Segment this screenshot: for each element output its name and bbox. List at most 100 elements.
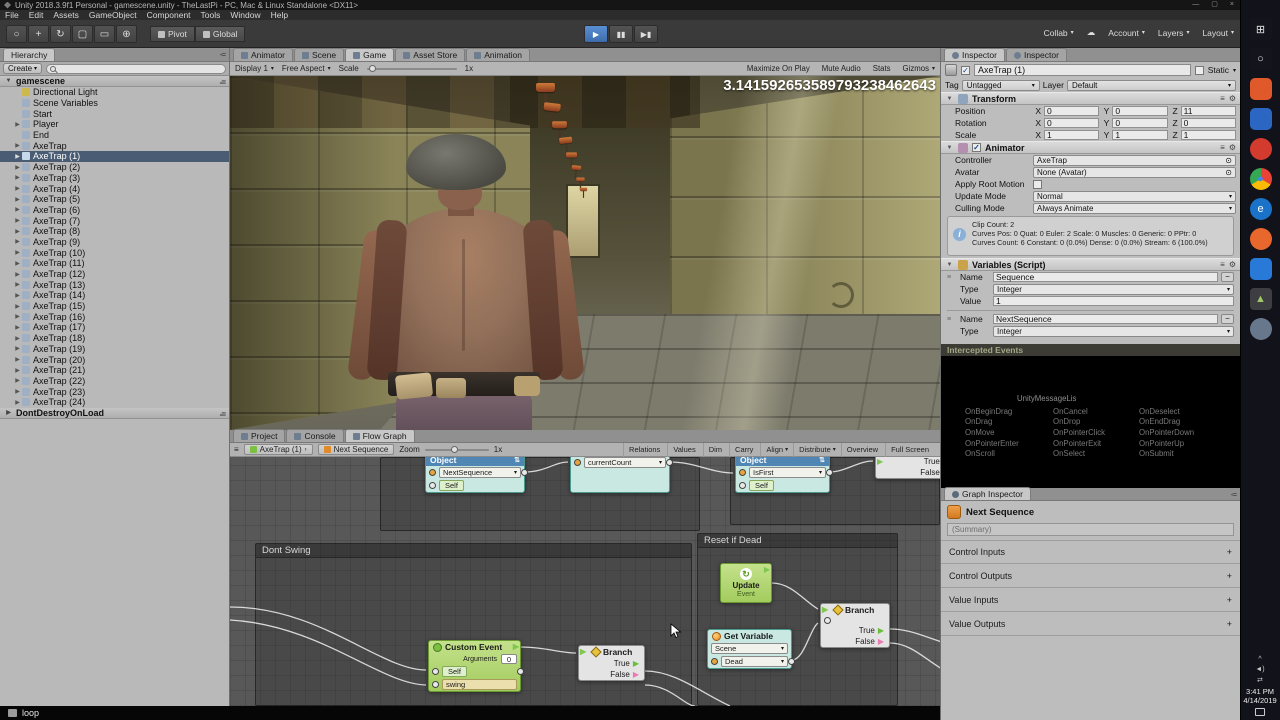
foldout-icon[interactable]: ▶ — [13, 185, 22, 192]
foldout-icon[interactable]: ▶ — [13, 153, 22, 160]
node-branch[interactable]: ▶ True▶ False▶ — [875, 457, 940, 479]
remove-variable-button[interactable]: − — [1221, 272, 1234, 282]
node-set-member[interactable]: Object ⇅ IsFirst ▾ Self — [735, 457, 833, 493]
step-button[interactable]: ▶▮ — [634, 25, 658, 43]
close-button[interactable]: × — [1230, 1, 1234, 9]
view-tab[interactable]: Animation — [466, 48, 531, 61]
foldout-icon[interactable]: ▶ — [13, 260, 22, 267]
aspect-dropdown[interactable]: Free Aspect ▾ — [282, 64, 331, 73]
menu-item[interactable]: Assets — [48, 10, 84, 20]
value-port[interactable] — [666, 458, 673, 466]
taskbar-app-icon[interactable] — [1249, 318, 1272, 340]
static-dropdown-icon[interactable]: ▾ — [1233, 67, 1236, 74]
value-port[interactable] — [574, 459, 581, 466]
apply-root-motion-checkbox[interactable] — [1033, 179, 1042, 189]
y-field[interactable]: 0 — [1112, 106, 1168, 116]
false-port[interactable]: ▶ — [633, 670, 639, 679]
z-field[interactable]: 0 — [1180, 118, 1236, 128]
menu-item[interactable]: Edit — [24, 10, 49, 20]
foldout-icon[interactable]: ▶ — [13, 388, 22, 395]
layout-dropdown[interactable]: Layout ▾ — [1202, 28, 1234, 38]
update-mode-dropdown[interactable]: Normal ▾ — [1033, 190, 1236, 202]
drag-handle-icon[interactable]: ≡ — [947, 274, 957, 281]
z-field[interactable]: 11 — [1180, 106, 1236, 116]
hierarchy-item[interactable]: Start — [0, 108, 229, 119]
gameobject-name-field[interactable] — [974, 64, 1191, 76]
foldout-icon[interactable]: ▶ — [13, 271, 22, 278]
hierarchy-item[interactable]: ▶ AxeTrap (9) — [0, 237, 229, 248]
hierarchy-item[interactable]: ▶ AxeTrap (19) — [0, 344, 229, 355]
panel-menu-icon[interactable]: -= — [220, 50, 226, 59]
graph-list-icon[interactable]: ≡ — [234, 445, 239, 454]
value-port[interactable] — [826, 468, 833, 476]
foldout-icon[interactable]: ▶ — [13, 324, 22, 331]
hierarchy-item[interactable]: ▶ AxeTrap (17) — [0, 322, 229, 333]
node-custom-event[interactable]: Custom Event ▶ Arguments 0 Self swing — [428, 640, 524, 692]
taskbar-app-icon[interactable] — [1249, 138, 1272, 160]
hierarchy-item[interactable]: ▶ AxeTrap (24) — [0, 397, 229, 408]
taskbar-app-icon[interactable] — [1249, 78, 1272, 100]
inspector-tab[interactable]: Inspector — [944, 48, 1005, 61]
taskbar-app-icon[interactable] — [1249, 258, 1272, 280]
culling-mode-dropdown[interactable]: Always Animate ▾ — [1033, 202, 1236, 214]
taskbar-clock[interactable]: 3:41 PM 4/14/2019 — [1243, 687, 1276, 705]
variable-value-field[interactable]: 1 — [993, 296, 1234, 306]
z-field[interactable]: 1 — [1180, 130, 1236, 140]
hierarchy-item[interactable]: End — [0, 130, 229, 141]
hierarchy-item[interactable]: ▶ AxeTrap (3) — [0, 173, 229, 184]
foldout-icon[interactable]: ▼ — [4, 78, 13, 84]
true-port[interactable]: ▶ — [633, 659, 639, 668]
scope-dropdown[interactable]: Scene ▾ — [711, 643, 788, 654]
hierarchy-item[interactable]: ▶ AxeTrap (8) — [0, 226, 229, 237]
layers-dropdown[interactable]: Layers ▾ — [1158, 28, 1190, 38]
node-branch[interactable]: ▶ Branch True ▶ False ▶ — [820, 603, 890, 648]
scene-menu-icon[interactable]: -= — [220, 78, 226, 87]
foldout-icon[interactable]: ▶ — [13, 356, 22, 363]
bottom-tab[interactable]: Flow Graph — [344, 429, 415, 442]
status-bar[interactable]: loop — [0, 706, 940, 720]
node-get-variable-currentcount[interactable]: currentCount ▾ — [570, 457, 673, 493]
hierarchy-item[interactable]: ▶ AxeTrap (2) — [0, 162, 229, 173]
hierarchy-item[interactable]: ▶ AxeTrap (22) — [0, 376, 229, 387]
taskbar-app-icon[interactable]: ● — [1249, 168, 1272, 190]
flow-toolbar-button[interactable]: Overview — [840, 442, 885, 457]
true-port[interactable]: ▶ — [878, 626, 884, 635]
foldout-icon[interactable]: ▶ — [13, 367, 22, 374]
x-field[interactable]: 1 — [1044, 130, 1100, 140]
action-center-icon[interactable] — [1255, 708, 1265, 716]
foldout-icon[interactable]: ▼ — [945, 262, 954, 268]
menu-item[interactable]: Window — [225, 10, 265, 20]
menu-item[interactable]: Help — [266, 10, 293, 20]
gear-icon[interactable]: ⚙ — [1229, 143, 1236, 152]
scene-header-dontdestroy[interactable]: ▶ DontDestroyOnLoad -= — [0, 407, 229, 419]
bottom-tab[interactable]: Project — [233, 429, 286, 442]
pause-button[interactable]: ▮▮ — [609, 25, 633, 43]
foldout-icon[interactable]: ▶ — [13, 249, 22, 256]
hierarchy-item[interactable]: ▶ AxeTrap (10) — [0, 247, 229, 258]
x-field[interactable]: 0 — [1044, 106, 1100, 116]
add-button[interactable]: + — [1227, 547, 1232, 557]
taskbar-app-icon[interactable] — [1249, 228, 1272, 250]
gear-icon[interactable]: ⚙ — [1229, 260, 1236, 269]
flow-toolbar-button[interactable]: Values — [667, 442, 702, 457]
foldout-icon[interactable]: ▶ — [13, 121, 22, 128]
hierarchy-item[interactable]: Directional Light — [0, 87, 229, 98]
summary-field[interactable]: (Summary) — [947, 523, 1234, 536]
value-port[interactable] — [517, 667, 524, 675]
foldout-icon[interactable]: ▶ — [13, 164, 22, 171]
node-get-variable[interactable]: Get Variable Scene ▾ Dead ▾ — [707, 629, 795, 669]
drag-handle-icon[interactable]: ≡ — [947, 316, 957, 323]
node-set-member[interactable]: Object ⇅ NextSequence ▾ Self — [425, 457, 528, 493]
flow-toolbar-button[interactable]: Align ▾ — [760, 442, 793, 457]
game-view-toggle[interactable]: Gizmos ▾ — [903, 64, 935, 73]
transform-tool-button[interactable]: ▭ — [94, 25, 115, 43]
arguments-field[interactable]: 0 — [501, 654, 517, 664]
cloud-icon[interactable]: ☁ — [1087, 27, 1096, 38]
status-message[interactable]: loop — [22, 708, 39, 718]
animator-enabled-checkbox[interactable]: ✓ — [972, 143, 981, 152]
x-field[interactable]: 0 — [1044, 118, 1100, 128]
control-in-port[interactable]: ▶ — [877, 458, 883, 466]
foldout-icon[interactable]: ▶ — [4, 409, 13, 416]
foldout-icon[interactable]: ▶ — [13, 174, 22, 181]
hierarchy-item[interactable]: ▶ AxeTrap — [0, 140, 229, 151]
